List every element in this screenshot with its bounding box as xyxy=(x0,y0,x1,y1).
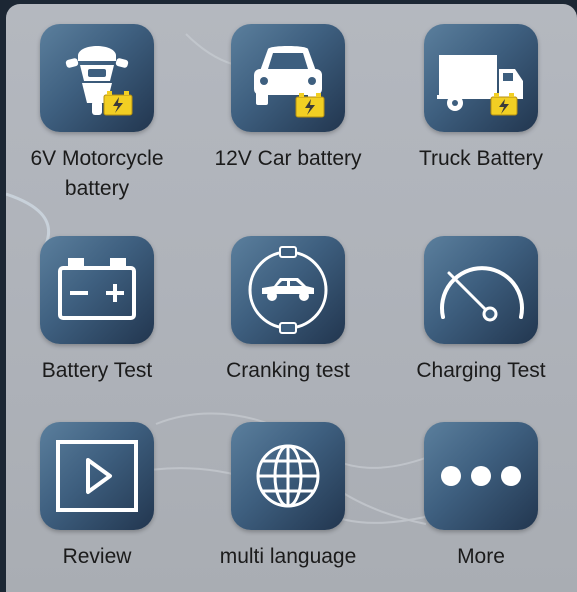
menu-item-review[interactable]: Review xyxy=(7,422,187,572)
more-dots-icon xyxy=(424,422,538,530)
menu-item-label: 12V Car battery xyxy=(214,147,362,170)
menu-item-multi-language[interactable]: multi language xyxy=(198,422,378,572)
menu-item-label: Battery Test xyxy=(41,359,153,382)
menu-item-label: multi language xyxy=(219,545,357,568)
menu-item-charging-test[interactable]: Charging Test xyxy=(391,236,571,386)
menu-item-label: More xyxy=(457,545,505,568)
main-menu-panel: 6V Motorcycle battery 12V Car battery Tr… xyxy=(6,4,577,592)
battery-test-icon xyxy=(40,236,154,344)
motorcycle-battery-icon xyxy=(40,24,154,132)
menu-item-battery-test[interactable]: Battery Test xyxy=(7,236,187,386)
menu-item-motorcycle-battery[interactable]: 6V Motorcycle battery xyxy=(7,24,187,204)
cranking-test-icon xyxy=(231,236,345,344)
play-review-icon xyxy=(40,422,154,530)
truck-battery-icon xyxy=(424,24,538,132)
charging-gauge-icon xyxy=(424,236,538,344)
menu-item-label: Review xyxy=(62,545,132,568)
car-battery-icon xyxy=(231,24,345,132)
menu-item-label: 6V Motorcycle battery xyxy=(30,147,164,200)
menu-item-truck-battery[interactable]: Truck Battery xyxy=(391,24,571,174)
menu-item-label: Cranking test xyxy=(226,359,350,382)
menu-item-label: Truck Battery xyxy=(418,147,544,170)
menu-item-car-battery[interactable]: 12V Car battery xyxy=(198,24,378,174)
menu-item-more[interactable]: More xyxy=(391,422,571,572)
menu-item-label: Charging Test xyxy=(416,359,546,382)
globe-icon xyxy=(231,422,345,530)
menu-item-cranking-test[interactable]: Cranking test xyxy=(198,236,378,386)
